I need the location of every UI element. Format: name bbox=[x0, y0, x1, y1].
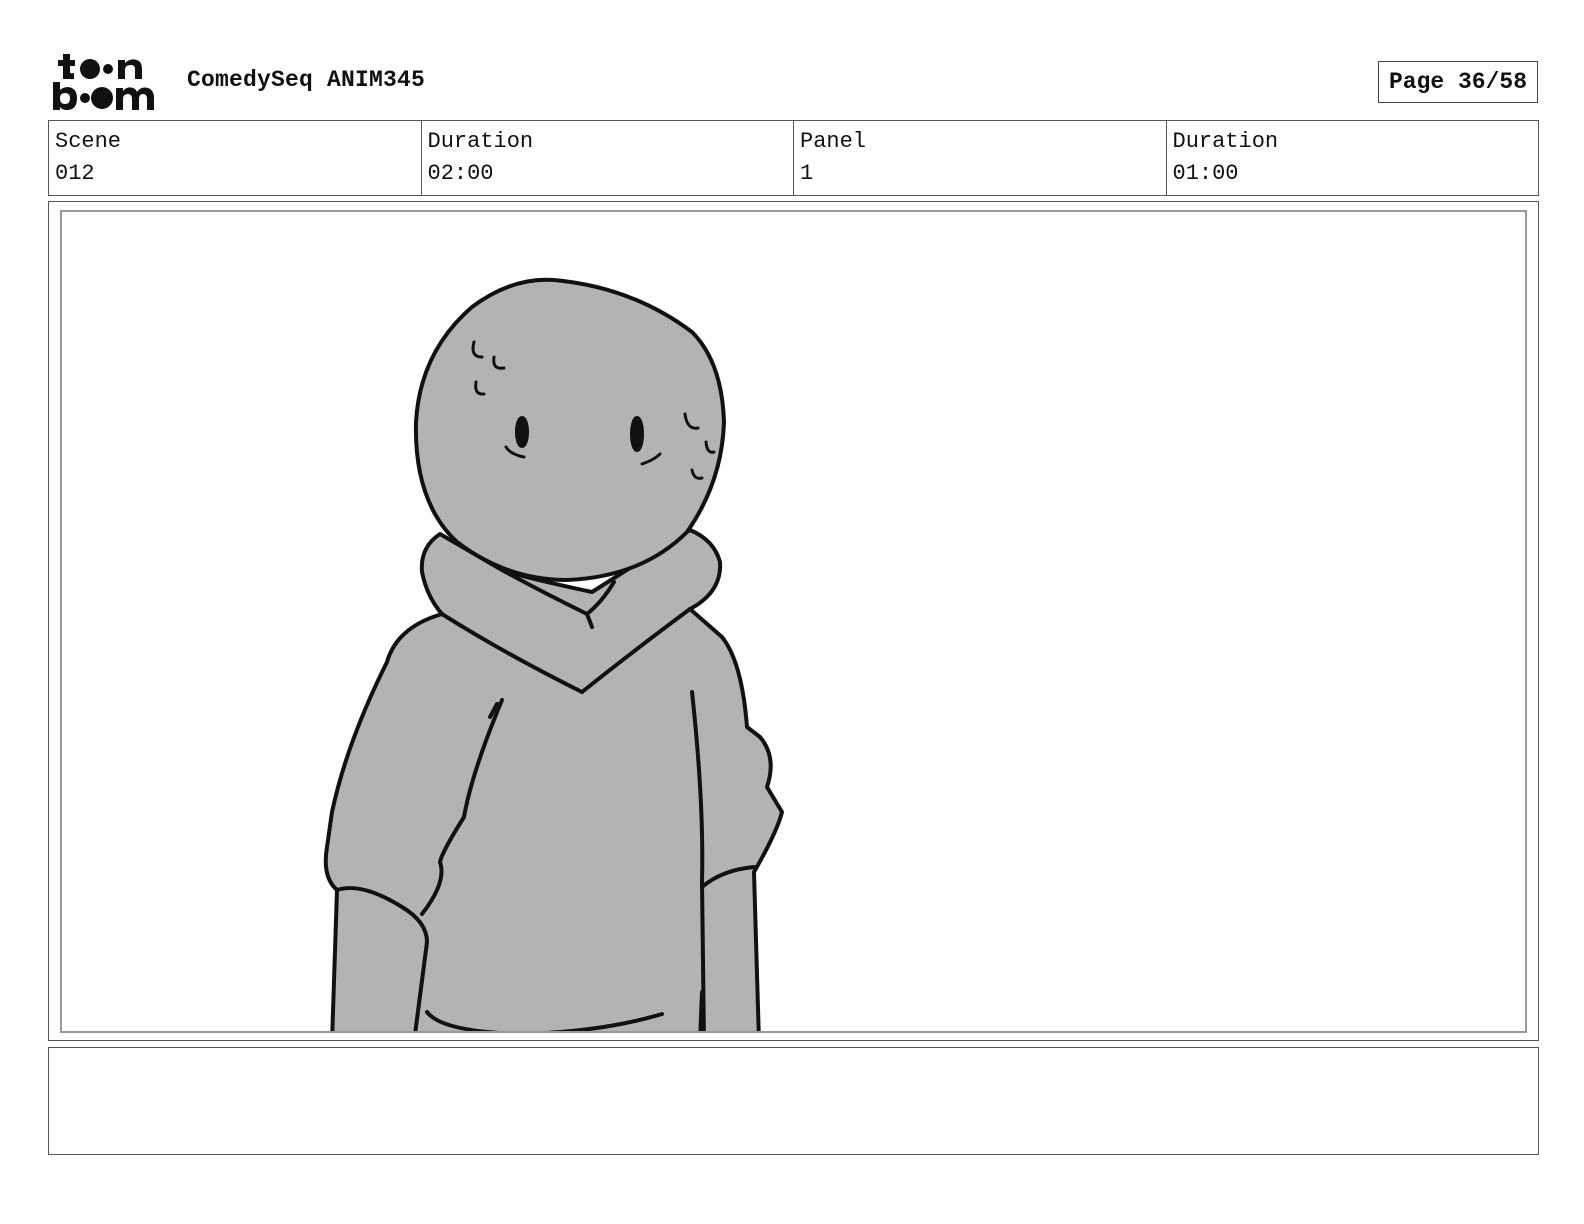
panel-duration-label: Duration bbox=[1172, 129, 1279, 154]
hoodie-body bbox=[323, 528, 784, 1031]
panel-cell: Panel 1 bbox=[794, 121, 1167, 195]
right-eye bbox=[630, 416, 644, 452]
notes-box bbox=[48, 1047, 1539, 1155]
left-eye bbox=[515, 416, 529, 448]
page-indicator: Page 36/58 bbox=[1378, 61, 1538, 103]
toon-boom-logo bbox=[53, 54, 154, 110]
panel-label: Panel bbox=[800, 129, 867, 154]
scene-cell: Scene 012 bbox=[49, 121, 422, 195]
scene-info-row: Scene 012 Duration 02:00 Panel 1 Duratio… bbox=[48, 120, 1539, 196]
character-sketch bbox=[323, 277, 784, 1031]
scene-duration-value: 02:00 bbox=[427, 161, 494, 186]
scene-duration-cell: Duration 02:00 bbox=[422, 121, 794, 195]
panel-duration-cell: Duration 01:00 bbox=[1167, 121, 1539, 195]
scene-label: Scene bbox=[55, 129, 122, 154]
head bbox=[413, 277, 726, 582]
scene-value: 012 bbox=[55, 161, 95, 186]
scene-duration-label: Duration bbox=[427, 129, 534, 154]
document-title: ComedySeq ANIM345 bbox=[187, 67, 426, 93]
storyboard-panel bbox=[60, 210, 1527, 1033]
panel-duration-value: 01:00 bbox=[1172, 161, 1239, 186]
panel-value: 1 bbox=[800, 161, 814, 186]
